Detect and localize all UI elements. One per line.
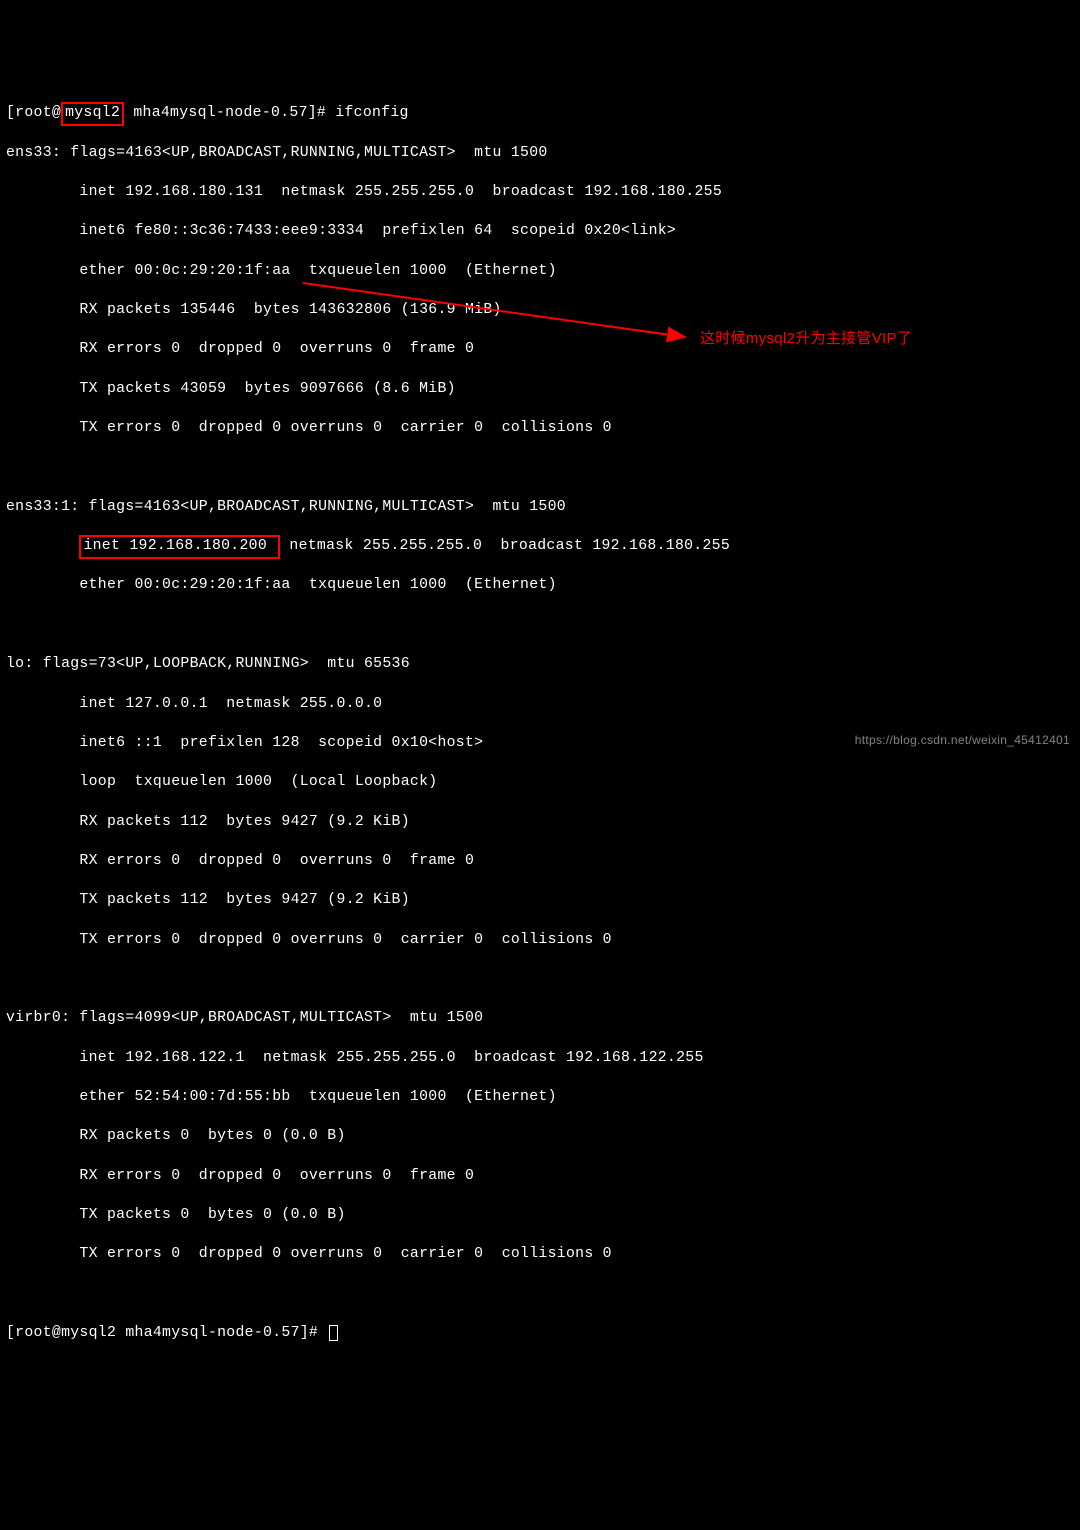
ens33-1-inet-line: inet 192.168.180.200 netmask 255.255.255… bbox=[6, 537, 1080, 557]
command-ifconfig: ifconfig bbox=[335, 105, 408, 121]
ens33-rx-errors: RX errors 0 dropped 0 overruns 0 frame 0 bbox=[6, 340, 1080, 360]
virbr0-rx-packets: RX packets 0 bytes 0 (0.0 B) bbox=[6, 1127, 1080, 1147]
virbr0-tx-packets: TX packets 0 bytes 0 (0.0 B) bbox=[6, 1206, 1080, 1226]
lo-loop: loop txqueuelen 1000 (Local Loopback) bbox=[6, 773, 1080, 793]
prompt-path: mha4mysql-node-0.57]# bbox=[124, 105, 335, 121]
ens33-1-flags: ens33:1: flags=4163<UP,BROADCAST,RUNNING… bbox=[6, 498, 1080, 518]
lo-flags: lo: flags=73<UP,LOOPBACK,RUNNING> mtu 65… bbox=[6, 655, 1080, 675]
lo-tx-errors: TX errors 0 dropped 0 overruns 0 carrier… bbox=[6, 931, 1080, 951]
blank-line-4 bbox=[6, 1285, 1080, 1305]
watermark-text: https://blog.csdn.net/weixin_45412401 bbox=[855, 733, 1070, 749]
vip-highlight: inet 192.168.180.200 bbox=[79, 535, 280, 559]
lo-rx-packets: RX packets 112 bytes 9427 (9.2 KiB) bbox=[6, 813, 1080, 833]
virbr0-flags: virbr0: flags=4099<UP,BROADCAST,MULTICAS… bbox=[6, 1009, 1080, 1029]
ens33-inet: inet 192.168.180.131 netmask 255.255.255… bbox=[6, 183, 1080, 203]
ens33-ether: ether 00:0c:29:20:1f:aa txqueuelen 1000 … bbox=[6, 262, 1080, 282]
ens33-1-ether: ether 00:0c:29:20:1f:aa txqueuelen 1000 … bbox=[6, 576, 1080, 596]
virbr0-ether: ether 52:54:00:7d:55:bb txqueuelen 1000 … bbox=[6, 1088, 1080, 1108]
cursor-icon bbox=[329, 1325, 338, 1341]
hostname-highlight: mysql2 bbox=[61, 102, 124, 126]
ens33-tx-errors: TX errors 0 dropped 0 overruns 0 carrier… bbox=[6, 419, 1080, 439]
terminal-output: [root@mysql2 mha4mysql-node-0.57]# ifcon… bbox=[6, 85, 1080, 1364]
ens33-flags: ens33: flags=4163<UP,BROADCAST,RUNNING,M… bbox=[6, 144, 1080, 164]
prompt-line-2[interactable]: [root@mysql2 mha4mysql-node-0.57]# bbox=[6, 1324, 1080, 1344]
ens33-tx-packets: TX packets 43059 bytes 9097666 (8.6 MiB) bbox=[6, 380, 1080, 400]
virbr0-inet: inet 192.168.122.1 netmask 255.255.255.0… bbox=[6, 1049, 1080, 1069]
virbr0-rx-errors: RX errors 0 dropped 0 overruns 0 frame 0 bbox=[6, 1167, 1080, 1187]
blank-line-2 bbox=[6, 616, 1080, 636]
blank-line-1 bbox=[6, 458, 1080, 478]
lo-inet: inet 127.0.0.1 netmask 255.0.0.0 bbox=[6, 695, 1080, 715]
prompt-line-1[interactable]: [root@mysql2 mha4mysql-node-0.57]# ifcon… bbox=[6, 104, 1080, 124]
ens33-rx-packets: RX packets 135446 bytes 143632806 (136.9… bbox=[6, 301, 1080, 321]
lo-rx-errors: RX errors 0 dropped 0 overruns 0 frame 0 bbox=[6, 852, 1080, 872]
ens33-inet6: inet6 fe80::3c36:7433:eee9:3334 prefixle… bbox=[6, 222, 1080, 242]
blank-line-3 bbox=[6, 970, 1080, 990]
annotation-text: 这时候mysql2升为主接管VIP了 bbox=[700, 329, 912, 349]
lo-tx-packets: TX packets 112 bytes 9427 (9.2 KiB) bbox=[6, 891, 1080, 911]
virbr0-tx-errors: TX errors 0 dropped 0 overruns 0 carrier… bbox=[6, 1245, 1080, 1265]
prompt-prefix: [root@ bbox=[6, 105, 61, 121]
